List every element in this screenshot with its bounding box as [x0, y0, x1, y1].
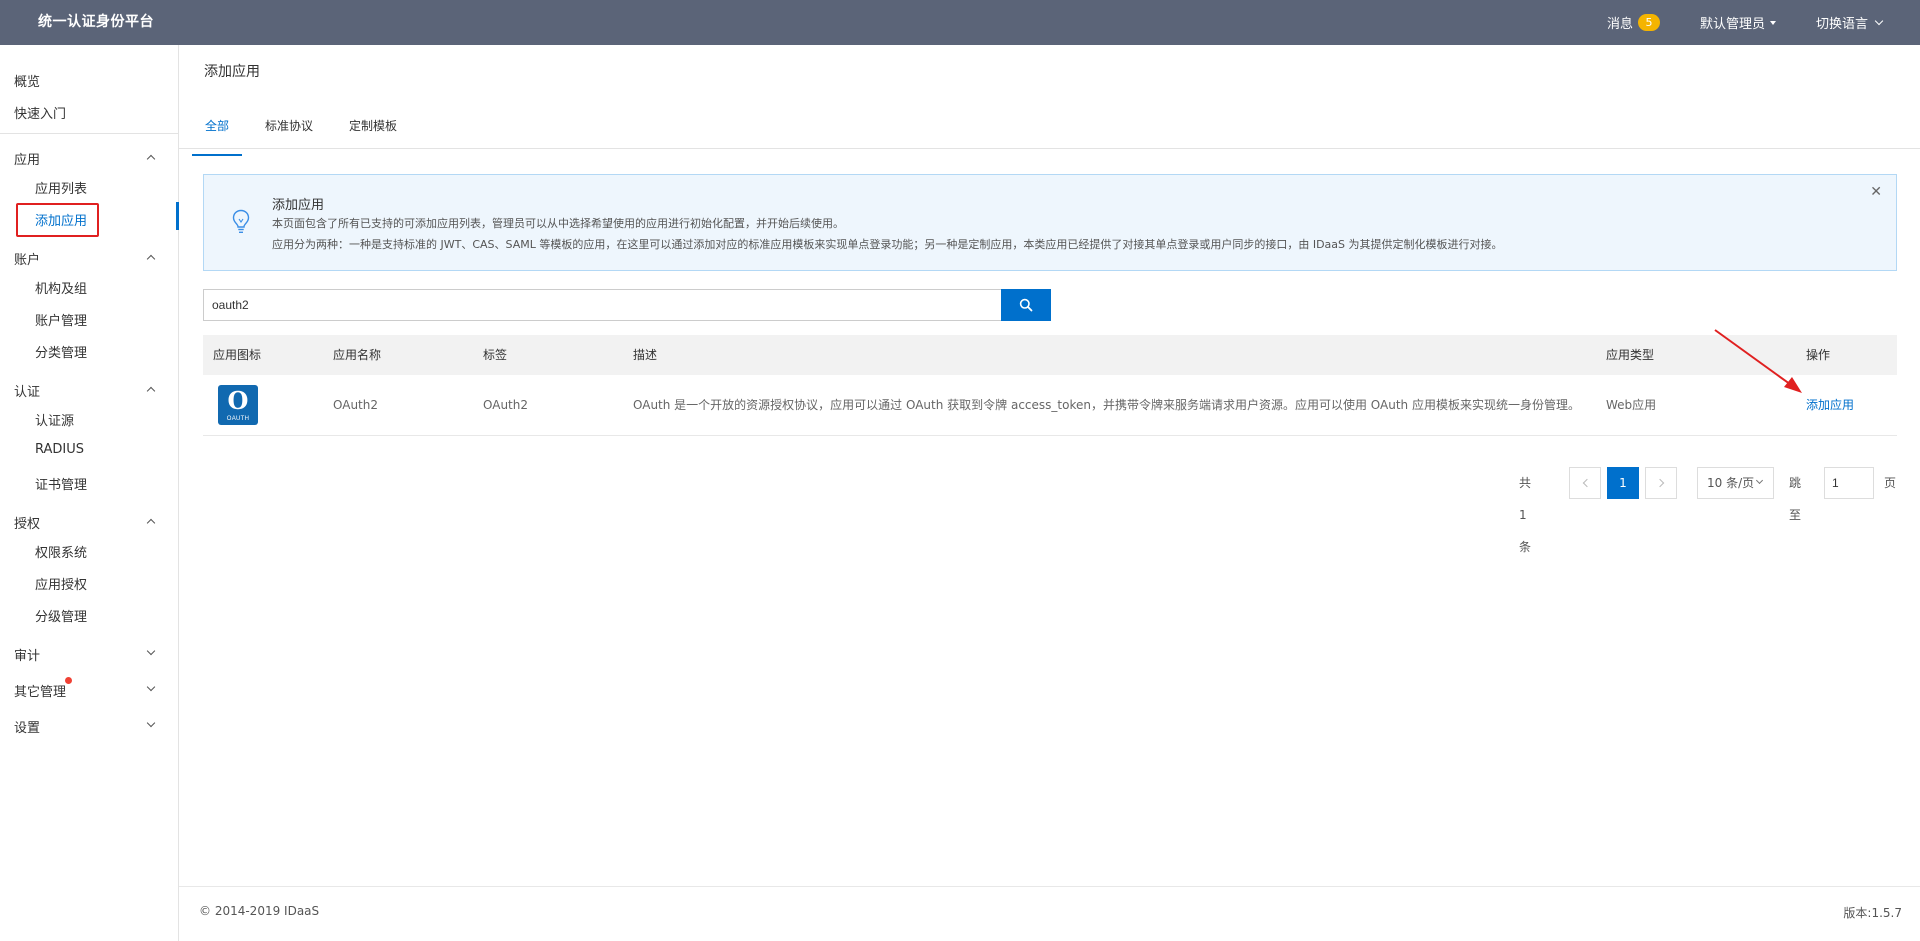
- sidebar-group-label: 认证: [14, 385, 41, 400]
- language-label: 切换语言: [1815, 17, 1868, 32]
- oauth-logo: O OAUTH: [218, 385, 258, 425]
- page-header: 添加应用 全部 标准协议 定制模板: [179, 45, 1920, 156]
- sidebar-group-settings[interactable]: 设置: [14, 717, 156, 736]
- search-button[interactable]: [1001, 289, 1051, 321]
- messages-label: 消息: [1606, 17, 1633, 32]
- sidebar: 概览 快速入门 应用 应用列表 添加应用 账户 机构及组 账户管理 分类管理 认…: [0, 45, 179, 941]
- sidebar-group-audit[interactable]: 审计: [14, 645, 156, 664]
- column-header: 应用类型: [1606, 348, 1655, 362]
- sidebar-item-app-list[interactable]: 应用列表: [35, 178, 87, 197]
- total-count: 共 1 条: [1519, 476, 1532, 554]
- sidebar-group-label: 应用: [14, 153, 41, 168]
- notice-text: 本页面包含了所有已支持的可添加应用列表，管理员可以从中选择希望使用的应用进行初始…: [272, 217, 844, 230]
- sidebar-group-auth[interactable]: 认证: [14, 381, 156, 400]
- sidebar-group-label: 审计: [14, 649, 41, 664]
- user-menu[interactable]: 默认管理员: [1700, 13, 1776, 32]
- lightbulb-icon: [232, 209, 250, 233]
- page-size-value: 10 条/页: [1707, 476, 1755, 490]
- chevron-up-icon: [146, 254, 156, 264]
- column-header: 应用名称: [333, 348, 382, 362]
- app-name: OAuth2: [333, 398, 378, 412]
- sidebar-item-overview[interactable]: 概览: [14, 71, 40, 90]
- chevron-down-icon: [1755, 476, 1764, 485]
- sidebar-item-cert-mgmt[interactable]: 证书管理: [35, 474, 87, 493]
- sidebar-item-radius[interactable]: RADIUS: [35, 442, 84, 457]
- page-suffix: 页: [1884, 476, 1897, 490]
- sidebar-item-app-authorization[interactable]: 应用授权: [35, 574, 87, 593]
- language-menu[interactable]: 切换语言: [1815, 13, 1884, 32]
- user-label: 默认管理员: [1699, 17, 1765, 32]
- tab-all[interactable]: 全部: [192, 111, 243, 156]
- chevron-up-icon: [146, 154, 156, 164]
- notice-text: 应用分为两种：一种是支持标准的 JWT、CAS、SAML 等模板的应用，在这里可…: [272, 238, 1503, 251]
- sidebar-group-other[interactable]: 其它管理: [14, 681, 156, 700]
- sidebar-item-orgs[interactable]: 机构及组: [35, 278, 87, 297]
- logo-letter: O: [227, 386, 249, 415]
- sidebar-item-permission-system[interactable]: 权限系统: [35, 542, 87, 561]
- sidebar-group-authorization[interactable]: 授权: [14, 513, 156, 532]
- sidebar-item-category-mgmt[interactable]: 分类管理: [35, 342, 87, 361]
- main-content: 添加应用 全部 标准协议 定制模板 添加应用 本页面包含了所有已支持的可添加应用…: [179, 45, 1920, 941]
- chevron-down-icon: [146, 682, 156, 692]
- sidebar-group-label: 其它管理: [14, 685, 67, 700]
- tab-standard-protocol[interactable]: 标准协议: [252, 111, 326, 149]
- next-page-button[interactable]: [1645, 467, 1677, 499]
- table-row: O OAUTH OAuth2 OAuth2 OAuth 是一个开放的资源授权协议…: [203, 375, 1897, 436]
- messages-badge: 5: [1637, 14, 1660, 31]
- app-tag: OAuth2: [483, 398, 528, 412]
- chevron-left-icon: [1582, 478, 1591, 488]
- sidebar-group-label: 设置: [14, 721, 41, 736]
- chevron-down-icon: [146, 646, 156, 656]
- sidebar-item-account-mgmt[interactable]: 账户管理: [35, 310, 87, 329]
- chevron-up-icon: [146, 386, 156, 396]
- sidebar-group-label: 授权: [14, 517, 41, 532]
- search-input[interactable]: [203, 289, 1001, 321]
- page-title: 添加应用: [204, 64, 260, 80]
- top-navbar: 统一认证身份平台 消息 5 默认管理员 切换语言: [0, 0, 1920, 45]
- jump-page-input[interactable]: [1824, 467, 1874, 499]
- app-description: OAuth 是一个开放的资源授权协议，应用可以通过 OAuth 获取到令牌 ac…: [633, 398, 1580, 412]
- page-button[interactable]: 1: [1607, 467, 1639, 499]
- column-header: 应用图标: [213, 348, 262, 362]
- sidebar-divider: [0, 133, 178, 134]
- jump-label: 跳至: [1789, 476, 1802, 522]
- notice-title: 添加应用: [272, 198, 325, 213]
- version: 版本:1.5.7: [1843, 906, 1902, 920]
- table-header: 应用图标 应用名称 标签 描述 应用类型 操作: [203, 335, 1897, 375]
- column-header: 标签: [483, 348, 508, 362]
- page-size-select[interactable]: 10 条/页: [1697, 467, 1774, 499]
- info-notice: 添加应用 本页面包含了所有已支持的可添加应用列表，管理员可以从中选择希望使用的应…: [203, 174, 1897, 271]
- tab-custom-template[interactable]: 定制模板: [336, 111, 410, 149]
- prev-page-button[interactable]: [1569, 467, 1601, 499]
- sidebar-item-quickstart[interactable]: 快速入门: [14, 103, 66, 122]
- chevron-down-icon: [146, 718, 156, 728]
- sidebar-item-tier-mgmt[interactable]: 分级管理: [35, 606, 87, 625]
- sidebar-group-apps[interactable]: 应用: [14, 149, 156, 168]
- annotation-arrow: [1714, 329, 1802, 393]
- caret-down-icon: [1769, 20, 1776, 25]
- tab-bar: 全部 标准协议 定制模板: [192, 111, 420, 156]
- add-app-link[interactable]: 添加应用: [1806, 375, 1854, 436]
- copyright: © 2014-2019 IDaaS: [199, 904, 320, 918]
- chevron-up-icon: [146, 518, 156, 528]
- app-type: Web应用: [1606, 398, 1657, 412]
- column-header: 描述: [633, 348, 658, 362]
- messages-menu[interactable]: 消息 5: [1607, 13, 1660, 32]
- sidebar-item-auth-source[interactable]: 认证源: [35, 410, 74, 429]
- chevron-right-icon: [1655, 478, 1664, 488]
- search-icon: [1019, 298, 1033, 312]
- brand-title: 统一认证身份平台: [38, 14, 154, 30]
- footer: © 2014-2019 IDaaS 版本:1.5.7: [179, 886, 1920, 941]
- close-icon[interactable]: ✕: [1870, 184, 1882, 200]
- logo-text: OAUTH: [226, 416, 250, 422]
- sidebar-group-label: 账户: [14, 253, 41, 268]
- sidebar-group-accounts[interactable]: 账户: [14, 249, 156, 268]
- highlight-box: [16, 203, 99, 237]
- notification-dot: [65, 677, 72, 684]
- chevron-down-icon: [1874, 16, 1884, 25]
